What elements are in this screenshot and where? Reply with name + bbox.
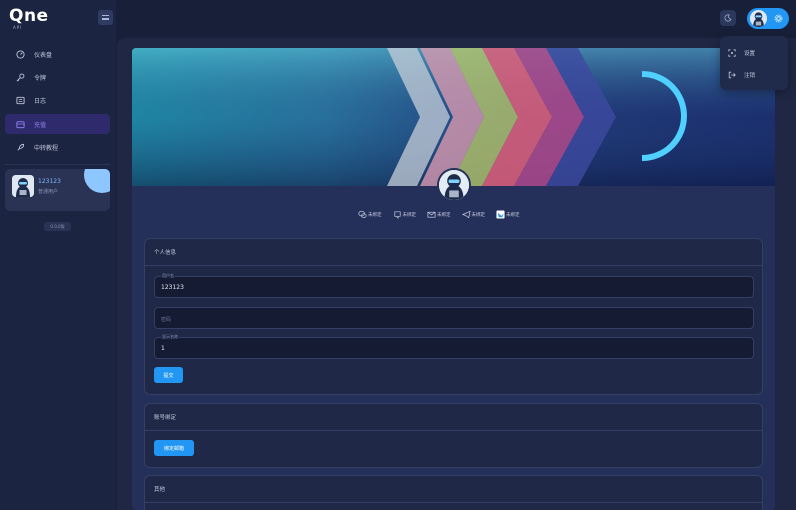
profile-banner — [132, 48, 775, 186]
account-bindings-row: 未绑定 未绑定 未绑定 未绑定 未绑定 — [358, 210, 531, 219]
logo[interactable]: Qne API — [9, 7, 49, 33]
wechat-icon — [358, 210, 367, 219]
binding-label: 未绑定 — [506, 212, 520, 218]
binding-label: 未绑定 — [402, 212, 417, 218]
username-field[interactable]: 用户名 123123 — [154, 273, 754, 298]
menu-toggle-button[interactable] — [98, 10, 113, 25]
moon-icon — [724, 14, 732, 22]
other-section: 其他 — [144, 475, 763, 510]
account-binding-section: 账号绑定 绑定邮箱 — [144, 403, 763, 468]
menu-item-settings[interactable]: 设置 — [720, 42, 788, 64]
sidebar-item-tokens[interactable]: 令牌 — [5, 67, 110, 87]
card-decoration — [84, 169, 110, 193]
display-name-field[interactable]: 显示名称 1 — [154, 334, 754, 359]
field-label: 用户名 — [161, 273, 175, 278]
section-title: 其他 — [145, 476, 762, 503]
telegram-binding[interactable]: 未绑定 — [461, 210, 486, 219]
settings-icon — [728, 49, 736, 57]
menu-item-label: 注销 — [744, 73, 756, 79]
email-icon — [427, 210, 436, 219]
field-placeholder: 密码 — [161, 317, 172, 323]
key-icon — [16, 73, 25, 82]
user-role: 普通用户 — [38, 189, 59, 195]
sidebar-divider — [5, 163, 110, 165]
user-dropdown-menu: 设置 注销 — [720, 36, 788, 90]
sidebar-item-dashboard[interactable]: 仪表盘 — [5, 44, 110, 64]
menu-item-label: 设置 — [744, 51, 756, 57]
submit-button[interactable]: 提交 — [154, 367, 183, 383]
user-menu-button[interactable] — [747, 8, 789, 29]
rocket-icon — [16, 143, 25, 152]
bind-email-button[interactable]: 绑定邮箱 — [154, 440, 194, 456]
sidebar-item-label: 日志 — [34, 98, 47, 106]
email-binding[interactable]: 未绑定 — [427, 210, 451, 219]
sidebar-item-label: 充值 — [34, 121, 47, 129]
avatar — [12, 175, 34, 197]
binding-label: 未绑定 — [437, 212, 451, 218]
personal-info-section: 个人信息 用户名 123123 密码 显示名称 1 提交 — [144, 238, 763, 395]
avatar — [750, 10, 767, 27]
github-icon — [393, 210, 402, 219]
sidebar-item-logs[interactable]: 日志 — [5, 91, 110, 111]
binding-label: 未绑定 — [471, 212, 486, 218]
profile-card: 未绑定 未绑定 未绑定 未绑定 未绑定 个人信息 用户名 123123 密码 显… — [132, 48, 775, 510]
field-value: 1 — [161, 345, 165, 352]
user-name: 123123 — [38, 178, 61, 185]
sidebar-item-label: 令牌 — [34, 74, 47, 82]
password-field[interactable]: 密码 — [154, 307, 754, 329]
hamburger-icon — [102, 15, 109, 20]
sidebar-item-topup[interactable]: 充值 — [5, 114, 110, 135]
dashboard-icon — [16, 49, 25, 59]
logout-icon — [728, 71, 736, 79]
section-title: 个人信息 — [145, 239, 762, 266]
telegram-icon — [461, 210, 471, 219]
lark-binding[interactable]: 未绑定 — [496, 210, 520, 219]
wallet-icon — [16, 120, 25, 129]
field-label: 显示名称 — [161, 334, 179, 339]
sidebar-item-label: 中转教程 — [34, 145, 59, 153]
github-binding[interactable]: 未绑定 — [393, 210, 417, 219]
gear-icon — [772, 12, 785, 25]
logo-text: Qne — [9, 6, 49, 26]
binding-label: 未绑定 — [368, 212, 382, 218]
section-title: 账号绑定 — [145, 404, 762, 431]
sidebar-item-tutorial[interactable]: 中转教程 — [5, 138, 110, 158]
sidebar-item-label: 仪表盘 — [34, 51, 53, 59]
profile-avatar — [437, 168, 471, 202]
sidebar-nav: 仪表盘 令牌 日志 充值 中转教程 — [5, 44, 110, 170]
lark-icon — [496, 210, 505, 219]
wechat-binding[interactable]: 未绑定 — [358, 210, 382, 219]
field-value: 123123 — [161, 284, 184, 291]
menu-item-logout[interactable]: 注销 — [720, 64, 788, 86]
sidebar: Qne API 仪表盘 令牌 日志 充值 中转教程 123123 普通用户 0.… — [0, 0, 116, 510]
theme-toggle-button[interactable] — [720, 10, 736, 26]
sidebar-user-card[interactable]: 123123 普通用户 — [5, 169, 110, 211]
log-icon — [16, 96, 25, 105]
version-badge: 0.0.0版 — [44, 222, 71, 231]
